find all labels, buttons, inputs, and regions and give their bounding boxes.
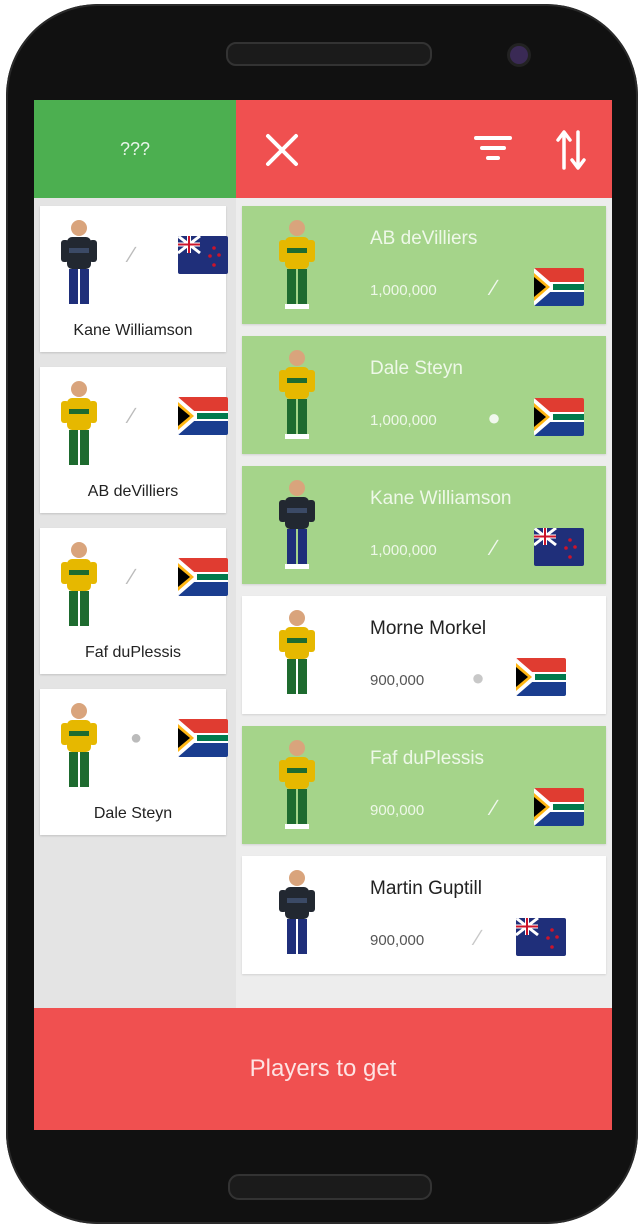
selected-player-card[interactable]: ∕ AB deVilliers	[40, 367, 228, 513]
south-africa-flag-icon	[534, 268, 584, 306]
bat-icon: ∕	[130, 242, 134, 267]
player-price: 1,000,000	[370, 282, 437, 299]
south-africa-flag-icon	[178, 719, 228, 757]
right-header	[236, 100, 612, 198]
player-card[interactable]: Faf duPlessis 900,000 ∕	[242, 726, 606, 844]
player-price: 900,000	[370, 802, 425, 819]
bat-icon: ∕	[130, 403, 134, 428]
player-avatar	[58, 540, 98, 631]
filter-icon[interactable]	[474, 134, 512, 164]
player-avatar	[58, 218, 98, 309]
player-name: AB deVilliers	[87, 483, 179, 500]
selected-player-card[interactable]: ● Dale Steyn	[40, 689, 228, 835]
front-camera	[510, 46, 528, 64]
player-name: Dale Steyn	[93, 805, 173, 822]
bottom-speaker	[228, 1174, 432, 1200]
player-name: Kane Williamson	[370, 488, 512, 509]
player-price: 900,000	[370, 672, 425, 689]
south-africa-flag-icon	[178, 397, 228, 435]
south-africa-flag-icon	[534, 788, 584, 826]
new-zealand-flag-icon	[178, 236, 228, 274]
players-to-get-button[interactable]: Players to get	[34, 1008, 612, 1130]
player-name: Martin Guptill	[370, 878, 482, 899]
player-avatar	[276, 868, 318, 964]
sort-icon[interactable]	[556, 128, 586, 172]
player-avatar	[276, 608, 318, 704]
player-avatar	[276, 218, 318, 314]
bat-icon: ∕	[130, 564, 134, 589]
player-price: 1,000,000	[370, 542, 437, 559]
player-avatar	[276, 478, 318, 574]
ball-icon: ●	[487, 405, 501, 430]
player-name: Kane Williamson	[73, 322, 193, 339]
player-card[interactable]: Martin Guptill 900,000 ∕	[242, 856, 606, 974]
bat-icon: ∕	[476, 925, 480, 950]
south-africa-flag-icon	[534, 398, 584, 436]
player-name: Morne Morkel	[370, 618, 487, 639]
earpiece-speaker	[226, 42, 432, 66]
ball-icon: ●	[130, 727, 143, 749]
player-name: Dale Steyn	[370, 358, 463, 379]
player-name: AB deVilliers	[370, 228, 478, 249]
player-price: 1,000,000	[370, 412, 437, 429]
player-card[interactable]: AB deVilliers 1,000,000 ∕	[242, 206, 606, 324]
player-avatar	[58, 701, 98, 792]
player-name: Faf duPlessis	[84, 644, 182, 661]
available-players-list: AB deVilliers 1,000,000 ∕ Dale Steyn 1,000,0…	[236, 198, 612, 1102]
new-zealand-flag-icon	[516, 918, 566, 956]
south-africa-flag-icon	[516, 658, 566, 696]
player-card[interactable]: Kane Williamson 1,000,000 ∕	[242, 466, 606, 584]
phone-frame: ??? ∕ Kane Williamson ∕ AB deVilliers ∕ Faf d…	[6, 4, 638, 1224]
bat-icon: ∕	[492, 535, 496, 560]
south-africa-flag-icon	[178, 558, 228, 596]
bat-icon: ∕	[492, 275, 496, 300]
player-avatar	[58, 379, 98, 470]
left-header[interactable]: ???	[34, 100, 236, 198]
player-avatar	[276, 738, 318, 834]
selected-player-card[interactable]: ∕ Faf duPlessis	[40, 528, 228, 674]
bat-icon: ∕	[492, 795, 496, 820]
app-screen: ??? ∕ Kane Williamson ∕ AB deVilliers ∕ Faf d…	[34, 100, 612, 1130]
left-header-label: ???	[119, 138, 151, 159]
ball-icon: ●	[471, 665, 485, 690]
new-zealand-flag-icon	[534, 528, 584, 566]
player-card[interactable]: Dale Steyn 1,000,000 ●	[242, 336, 606, 454]
player-price: 900,000	[370, 932, 425, 949]
close-icon[interactable]	[262, 130, 302, 170]
player-avatar	[276, 348, 318, 444]
player-name: Faf duPlessis	[370, 748, 485, 769]
selected-players-list: ∕ Kane Williamson ∕ AB deVilliers ∕ Faf duPle…	[34, 198, 236, 1102]
player-card[interactable]: Morne Morkel 900,000 ●	[242, 596, 606, 714]
selected-player-card[interactable]: ∕ Kane Williamson	[40, 206, 228, 352]
